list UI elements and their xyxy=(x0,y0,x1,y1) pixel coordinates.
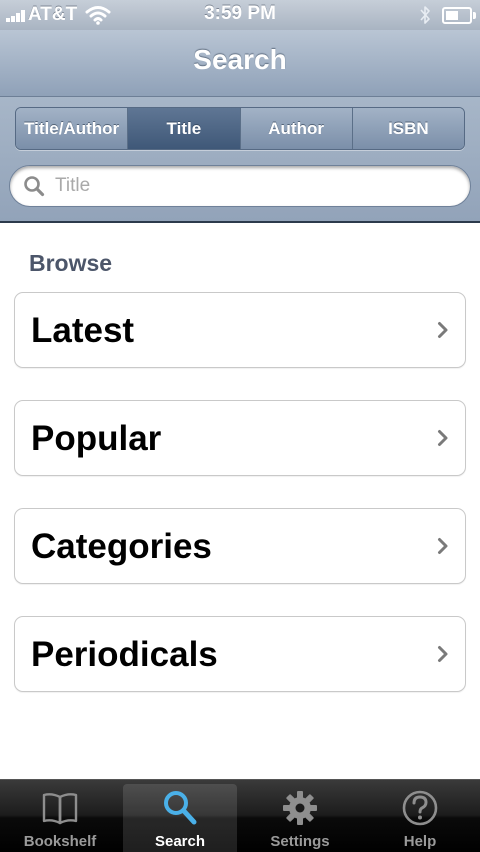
search-input[interactable] xyxy=(53,169,447,203)
browse-heading: Browse xyxy=(29,250,113,276)
search-area: Title/Author Title Author ISBN xyxy=(0,97,480,223)
status-right xyxy=(418,5,476,25)
tab-bar: Bookshelf Search Settings Help xyxy=(0,779,480,852)
tab-settings[interactable]: Settings xyxy=(240,780,360,852)
search-field[interactable] xyxy=(9,165,471,207)
chevron-right-icon xyxy=(438,538,448,554)
battery-icon xyxy=(442,6,476,24)
browse-item-periodicals[interactable]: Periodicals xyxy=(14,616,466,692)
search-screen: AT&T 3:59 PM Search Title/Author Title A… xyxy=(0,0,480,852)
chevron-right-icon xyxy=(438,322,448,338)
tab-label: Settings xyxy=(270,833,330,850)
segment-author[interactable]: Author xyxy=(240,108,353,149)
gear-icon xyxy=(283,791,317,825)
tab-label: Bookshelf xyxy=(23,833,97,850)
browse-item-categories[interactable]: Categories xyxy=(14,508,466,584)
battery-level xyxy=(446,10,458,20)
tab-bookshelf[interactable]: Bookshelf xyxy=(0,780,120,852)
status-time: 3:59 PM xyxy=(204,3,276,24)
chevron-right-icon xyxy=(438,430,448,446)
help-icon xyxy=(402,790,438,826)
browse-item-label: Popular xyxy=(31,419,162,458)
tab-help[interactable]: Help xyxy=(360,780,480,852)
page-title: Search xyxy=(193,44,287,75)
tab-label: Help xyxy=(403,833,437,850)
segment-title-author[interactable]: Title/Author xyxy=(16,108,129,149)
search-icon xyxy=(24,176,45,197)
status-bar: AT&T 3:59 PM xyxy=(0,0,480,30)
browse-item-label: Periodicals xyxy=(31,635,218,674)
tab-search[interactable]: Search xyxy=(120,780,240,852)
segment-isbn[interactable]: ISBN xyxy=(352,108,464,149)
search-icon xyxy=(164,791,197,825)
bluetooth-icon xyxy=(420,6,430,24)
tab-label: Search xyxy=(154,833,206,850)
browse-item-latest[interactable]: Latest xyxy=(14,292,466,368)
navigation-bar: Search xyxy=(0,30,480,97)
browse-item-label: Latest xyxy=(31,311,135,350)
book-icon xyxy=(42,793,78,825)
chevron-right-icon xyxy=(438,646,448,662)
segment-title[interactable]: Title xyxy=(128,108,241,149)
browse-item-popular[interactable]: Popular xyxy=(14,400,466,476)
search-scope-control: Title/Author Title Author ISBN xyxy=(15,107,465,150)
browse-item-label: Categories xyxy=(31,527,212,566)
